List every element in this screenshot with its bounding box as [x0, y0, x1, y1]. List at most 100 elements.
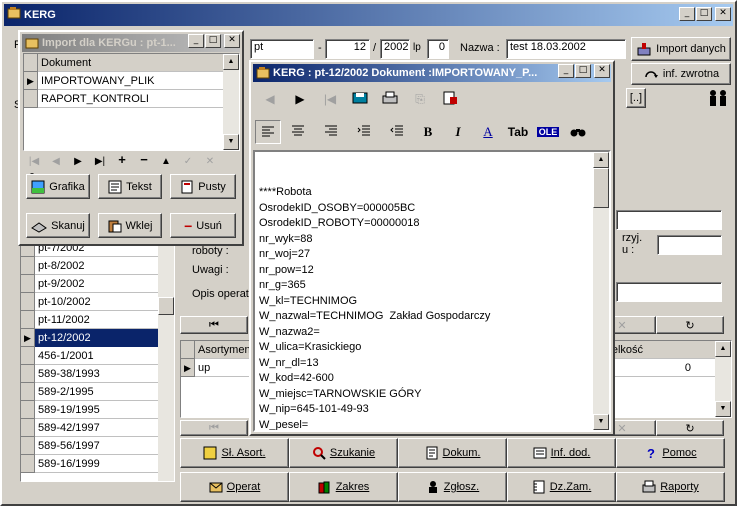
close-icon[interactable]: ✕: [715, 7, 731, 21]
nav-prev-icon[interactable]: ◀: [45, 154, 67, 170]
row-indicator: [21, 256, 35, 275]
find-icon[interactable]: [563, 124, 593, 141]
align-right-icon[interactable]: [314, 125, 347, 140]
pusty-button[interactable]: Pusty: [170, 174, 236, 199]
dz-zam-button[interactable]: Dz.Zam.: [507, 472, 616, 502]
tekst-button[interactable]: Tekst: [98, 174, 162, 199]
indent-icon[interactable]: [347, 125, 380, 140]
slash-label: /: [373, 42, 377, 54]
operat-list[interactable]: pt-7/2002 pt-8/2002 pt-9/2002 pt-10/2002 pt-…: [20, 238, 175, 482]
align-center-icon[interactable]: [281, 125, 314, 140]
grafika-button[interactable]: Grafika: [26, 174, 90, 199]
scroll-thumb[interactable]: [593, 168, 609, 208]
skanuj-button[interactable]: Skanuj: [26, 213, 90, 238]
document-text-area[interactable]: ****Robota OsrodekID_OSOBY=000005BC Osrode…: [253, 150, 611, 432]
tab-button[interactable]: Tab: [503, 125, 533, 139]
import-data-button[interactable]: Import danych: [631, 37, 731, 61]
nav-cancel-icon[interactable]: ✕: [199, 154, 221, 170]
outdent-icon[interactable]: [380, 125, 413, 140]
font-icon[interactable]: A: [473, 124, 503, 140]
inf-zwrotna-button[interactable]: inf. zwrotna: [631, 63, 731, 85]
operat-list-scrollbar[interactable]: [158, 239, 174, 481]
align-left-icon[interactable]: [255, 120, 281, 144]
lp-field[interactable]: 0: [427, 39, 449, 59]
form-nav-first[interactable]: ⏮: [180, 316, 248, 334]
nav-last-icon[interactable]: ▶|: [89, 154, 111, 170]
minimize-icon[interactable]: _: [679, 7, 695, 21]
dokum-button[interactable]: Dokum.: [398, 438, 507, 468]
nav-next-icon[interactable]: ▶: [67, 154, 89, 170]
nav-delete-icon[interactable]: −: [133, 152, 155, 168]
prefix-field[interactable]: pt: [250, 39, 314, 59]
italic-icon[interactable]: I: [443, 124, 473, 140]
table-row[interactable]: ▶ IMPORTOWANY_PLIK: [24, 71, 239, 90]
col-dokument[interactable]: Dokument: [38, 57, 91, 69]
minimize-icon[interactable]: _: [558, 64, 574, 78]
save-icon[interactable]: [345, 91, 375, 108]
export-icon[interactable]: [435, 91, 465, 108]
maximize-icon[interactable]: □: [575, 64, 591, 78]
row-indicator: ▶: [21, 328, 35, 347]
asort-scrollbar[interactable]: ▲ ▼: [715, 341, 731, 417]
right-field-1[interactable]: [616, 210, 722, 230]
import-grid-scrollbar[interactable]: ▲ ▼: [223, 54, 239, 150]
import-window-controls: _ □ ✕: [187, 34, 240, 48]
document-scrollbar[interactable]: ▲ ▼: [593, 152, 609, 430]
import-document-grid[interactable]: Dokument ▶ IMPORTOWANY_PLIK RAPORT_KONTR…: [23, 53, 240, 151]
zakres-button[interactable]: Zakres: [289, 472, 398, 502]
nav-first-icon[interactable]: |◀: [23, 154, 45, 170]
person-icon: [428, 481, 437, 493]
nav-up-icon[interactable]: ▲: [155, 154, 177, 170]
ole-button[interactable]: OLE: [533, 126, 563, 138]
sl-asort-button[interactable]: Sł. Asort.: [180, 438, 289, 468]
maximize-icon[interactable]: □: [696, 7, 712, 21]
right-field-2[interactable]: [657, 235, 722, 255]
szukanie-button[interactable]: Szukanie: [289, 438, 398, 468]
document-line: OsrodekID_OSOBY=000005BC: [259, 201, 416, 214]
usun-button[interactable]: − Usuń: [170, 213, 236, 238]
year-field[interactable]: 2002: [380, 39, 410, 59]
people-icon[interactable]: [707, 88, 729, 108]
asort-nav-refresh[interactable]: ↻: [656, 420, 724, 436]
back-icon[interactable]: ◀: [255, 92, 285, 106]
nazwa-field[interactable]: test 18.03.2002: [506, 39, 626, 59]
zglosz-button[interactable]: Zgłosz.: [398, 472, 507, 502]
list-item[interactable]: ▶ pt-12/2002: [21, 328, 174, 347]
right-field-3[interactable]: [616, 282, 722, 302]
list-item[interactable]: pt-11/2002: [21, 310, 174, 329]
close-icon[interactable]: ✕: [594, 64, 610, 78]
first-page-icon[interactable]: |◀: [315, 92, 345, 106]
number-field[interactable]: 12: [325, 39, 370, 59]
list-item[interactable]: 589-42/1997: [21, 418, 174, 437]
list-item[interactable]: 589-38/1993: [21, 364, 174, 383]
list-item[interactable]: 589-2/1995: [21, 382, 174, 401]
raporty-button[interactable]: Raporty: [616, 472, 725, 502]
inf-dod-button[interactable]: Inf. dod.: [507, 438, 616, 468]
list-item[interactable]: 589-16/1999: [21, 454, 174, 473]
list-item[interactable]: 589-19/1995: [21, 400, 174, 419]
list-item[interactable]: 456-1/2001: [21, 346, 174, 365]
main-titlebar[interactable]: KERG: [4, 4, 733, 26]
copy-icon[interactable]: ⎘: [405, 92, 435, 107]
main-title: KERG: [24, 9, 56, 21]
table-row[interactable]: RAPORT_KONTROLI: [24, 89, 239, 108]
close-icon[interactable]: ✕: [224, 34, 240, 48]
asort-nav-first[interactable]: ⏮: [180, 420, 248, 436]
nav-post-icon[interactable]: ✓: [177, 154, 199, 170]
ellipsis-button[interactable]: [..]: [626, 88, 646, 108]
wklej-button[interactable]: Wklej: [98, 213, 162, 238]
scroll-thumb[interactable]: [158, 297, 174, 315]
nav-add-icon[interactable]: +: [111, 152, 133, 168]
operat-button[interactable]: Operat: [180, 472, 289, 502]
list-item[interactable]: pt-8/2002: [21, 256, 174, 275]
list-item[interactable]: 589-56/1997: [21, 436, 174, 455]
form-nav-refresh[interactable]: ↻: [656, 316, 724, 334]
print-icon[interactable]: [375, 91, 405, 108]
forward-icon[interactable]: ▶: [285, 92, 315, 106]
bold-icon[interactable]: B: [413, 124, 443, 140]
pomoc-button[interactable]: ? Pomoc: [616, 438, 725, 468]
maximize-icon[interactable]: □: [205, 34, 221, 48]
minimize-icon[interactable]: _: [188, 34, 204, 48]
list-item[interactable]: pt-9/2002: [21, 274, 174, 293]
list-item[interactable]: pt-10/2002: [21, 292, 174, 311]
